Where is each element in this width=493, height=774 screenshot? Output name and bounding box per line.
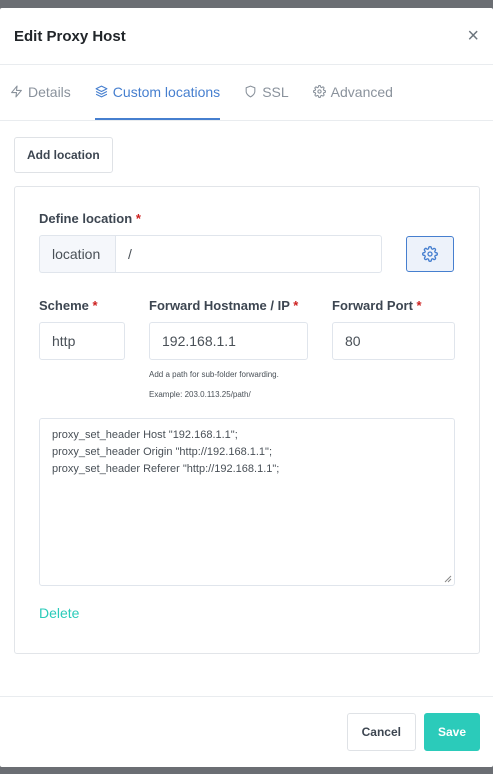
lightning-icon bbox=[11, 85, 22, 98]
required-marker: * bbox=[135, 211, 141, 226]
tab-details[interactable]: Details bbox=[10, 65, 71, 120]
delete-location-link[interactable]: Delete bbox=[39, 605, 79, 621]
forward-hostname-field: Forward Hostname / IP * 192.168.1.1 Add … bbox=[149, 298, 308, 399]
modal-footer: Cancel Save bbox=[0, 696, 493, 767]
tab-details-label: Details bbox=[28, 83, 71, 100]
forward-hostname-input[interactable]: 192.168.1.1 bbox=[149, 322, 308, 360]
tab-bar: Details Custom locations SSL Advanced bbox=[0, 65, 493, 121]
tab-advanced-label: Advanced bbox=[330, 83, 393, 100]
gear-icon bbox=[312, 85, 326, 98]
define-location-label: Define location * bbox=[39, 211, 455, 226]
forward-hostname-label: Forward Hostname / IP * bbox=[149, 298, 308, 313]
forward-hostname-label-text: Forward Hostname / IP bbox=[149, 298, 290, 313]
location-prefix: location bbox=[39, 235, 115, 273]
tab-advanced[interactable]: Advanced bbox=[312, 65, 393, 120]
modal-body: Add location Define location * location … bbox=[0, 121, 493, 654]
scheme-label-text: Scheme bbox=[39, 298, 89, 313]
forward-port-input[interactable]: 80 bbox=[332, 322, 455, 360]
cancel-button[interactable]: Cancel bbox=[346, 713, 416, 751]
tab-custom-locations-label: Custom locations bbox=[112, 83, 221, 100]
save-button[interactable]: Save bbox=[423, 713, 480, 751]
tab-ssl[interactable]: SSL bbox=[244, 65, 289, 120]
modal-title: Edit Proxy Host bbox=[14, 27, 126, 45]
edit-proxy-host-modal: Edit Proxy Host × Details Custom locatio… bbox=[0, 8, 493, 767]
location-settings-button[interactable] bbox=[406, 236, 454, 272]
required-marker: * bbox=[293, 298, 299, 313]
forward-port-field: Forward Port * 80 bbox=[332, 298, 455, 399]
resize-handle-icon[interactable] bbox=[444, 575, 452, 583]
tab-custom-locations[interactable]: Custom locations bbox=[94, 65, 221, 120]
advanced-config-textarea[interactable]: proxy_set_header Host "192.168.1.1"; pro… bbox=[39, 418, 455, 586]
forward-port-label: Forward Port * bbox=[332, 298, 455, 313]
required-marker: * bbox=[92, 298, 98, 313]
config-line: proxy_set_header Host "192.168.1.1"; bbox=[52, 429, 238, 441]
gear-icon bbox=[422, 246, 438, 262]
tab-ssl-label: SSL bbox=[262, 83, 289, 100]
forward-fields-row: Scheme * http Forward Hostname / IP * 19… bbox=[39, 298, 455, 399]
scheme-field: Scheme * http bbox=[39, 298, 125, 399]
backdrop-strip bbox=[0, 767, 493, 774]
forward-path-example: Example: 203.0.113.25/path/ bbox=[149, 390, 251, 399]
location-card: Define location * location / Scheme * ht… bbox=[14, 186, 480, 654]
location-path-input[interactable]: / bbox=[115, 235, 382, 273]
add-location-button[interactable]: Add location bbox=[14, 137, 113, 173]
forward-port-label-text: Forward Port bbox=[332, 298, 413, 313]
define-location-text: Define location bbox=[39, 211, 133, 226]
config-line: proxy_set_header Origin "http://192.168.… bbox=[52, 446, 273, 458]
scheme-label: Scheme * bbox=[39, 298, 125, 313]
shield-icon bbox=[245, 85, 256, 98]
close-icon[interactable]: × bbox=[467, 26, 479, 46]
forward-path-help: Add a path for sub-folder forwarding. bbox=[149, 370, 279, 379]
scheme-input[interactable]: http bbox=[39, 322, 125, 360]
config-line: proxy_set_header Referer "http://192.168… bbox=[52, 463, 280, 475]
location-input-group: location / bbox=[39, 235, 382, 273]
location-row: location / bbox=[39, 235, 455, 273]
layers-icon bbox=[95, 85, 108, 98]
required-marker: * bbox=[416, 298, 422, 313]
modal-header: Edit Proxy Host × bbox=[0, 8, 493, 65]
